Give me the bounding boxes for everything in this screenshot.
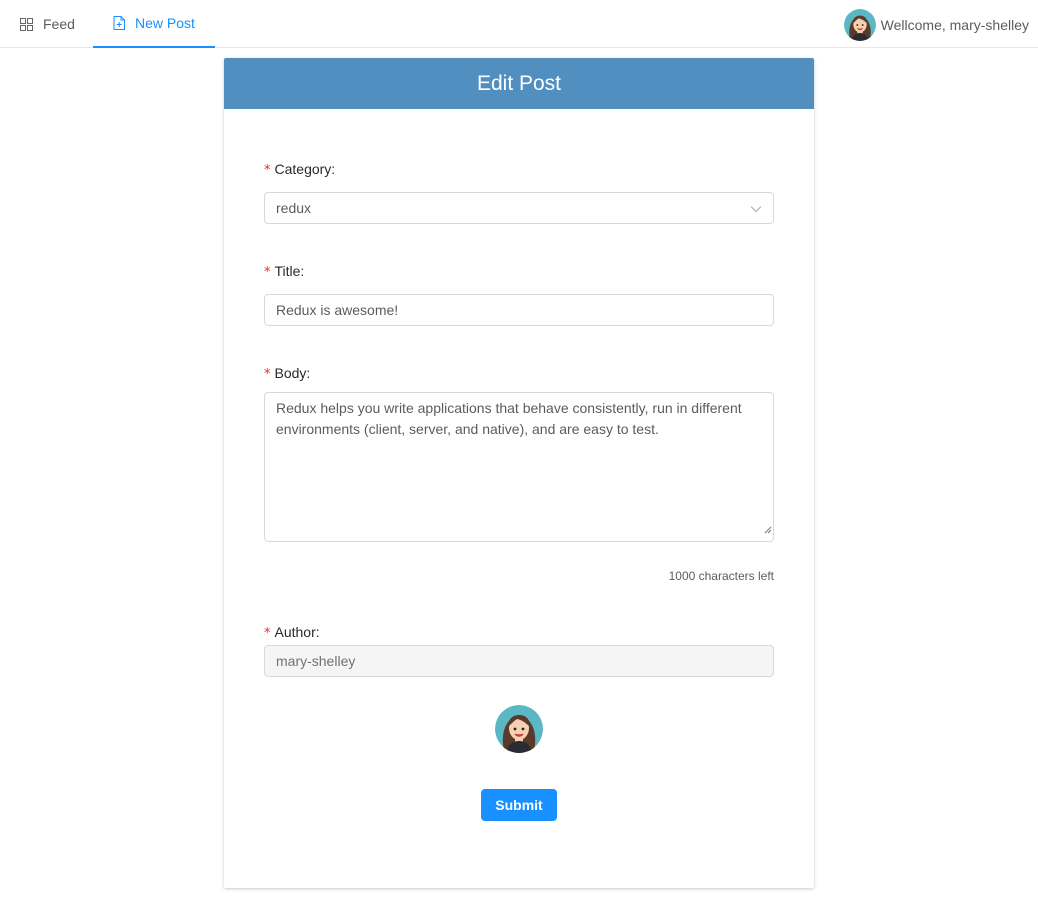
title-input[interactable]: Redux is awesome!	[264, 294, 774, 326]
author-label: * Author:	[264, 624, 320, 641]
edit-post-card: Edit Post * Category: redux * Title: Redux…	[224, 58, 814, 888]
title-label: * Title:	[264, 263, 305, 280]
body-value: Redux helps you write applications that …	[276, 400, 742, 437]
title-value: Redux is awesome!	[276, 302, 399, 318]
nav-item-feed[interactable]: Feed	[20, 0, 75, 48]
character-counter: 1000 characters left	[668, 569, 774, 583]
required-marker: *	[264, 163, 271, 178]
required-marker: *	[264, 626, 271, 641]
resize-handle-icon[interactable]	[764, 519, 772, 540]
body-textarea[interactable]: Redux helps you write applications that …	[264, 392, 774, 542]
category-value: redux	[276, 200, 312, 216]
author-input: mary-shelley	[264, 645, 774, 677]
required-marker: *	[264, 265, 271, 280]
user-welcome[interactable]: Wellcome, mary-shelley	[843, 9, 1029, 41]
nav-item-label: New Post	[135, 15, 195, 31]
author-value: mary-shelley	[276, 653, 356, 669]
category-select[interactable]: redux	[264, 192, 774, 224]
category-label: * Category:	[264, 161, 336, 178]
body-label: * Body:	[264, 365, 311, 382]
page-title: Edit Post	[476, 71, 562, 95]
submit-button[interactable]: Submit	[481, 789, 557, 821]
top-navigation: Feed New Post Wellcome, mary-shelley	[0, 0, 1038, 48]
welcome-text: Wellcome, mary-shelley	[880, 17, 1029, 33]
nav-item-new-post[interactable]: New Post	[93, 0, 215, 48]
required-marker: *	[264, 367, 271, 382]
file-add-icon	[113, 16, 125, 30]
author-avatar	[495, 705, 543, 753]
card-header: Edit Post	[224, 58, 814, 109]
chevron-down-icon	[750, 200, 762, 216]
grid-icon	[20, 17, 33, 31]
avatar[interactable]	[843, 9, 876, 41]
nav-item-label: Feed	[43, 16, 75, 32]
